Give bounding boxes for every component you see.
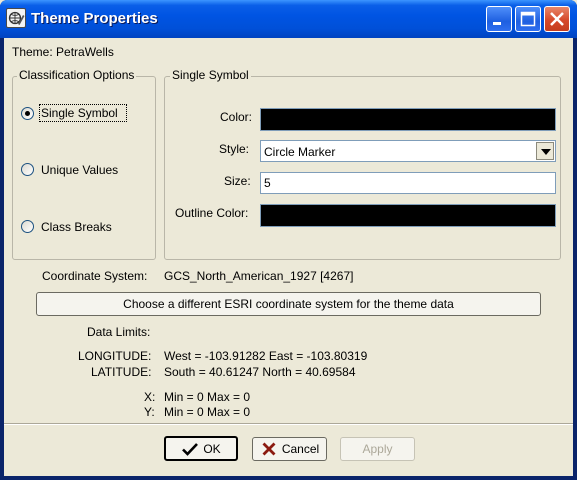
style-label: Style: [219,142,250,156]
longitude-value: West = -103.91282 East = -103.80319 [164,349,368,363]
window-title: Theme Properties [31,10,158,27]
change-coordinate-system-button[interactable]: Choose a different ESRI coordinate syste… [36,292,541,316]
title-bar[interactable]: Theme Properties [0,0,577,38]
cancel-label: Cancel [281,442,320,456]
maximize-icon [520,11,536,27]
theme-label: Theme: PetraWells [12,45,114,59]
x-label: X: [144,390,156,404]
coordinate-system-label: Coordinate System: [42,269,148,283]
ok-button[interactable]: OK [164,436,238,461]
single-symbol-legend: Single Symbol [170,68,251,82]
coordinate-system-value: GCS_North_American_1927 [4267] [164,269,354,283]
globe-pencil-icon [6,8,26,28]
class-breaks-label[interactable]: Class Breaks [41,220,112,234]
outline-color-swatch[interactable] [260,204,556,227]
x-mark-icon [262,442,276,456]
data-limits-label: Data Limits: [87,325,151,339]
size-input[interactable]: 5 [260,172,556,194]
class-breaks-radio[interactable] [21,220,34,233]
close-button[interactable] [544,6,570,32]
cancel-button[interactable]: Cancel [252,437,327,461]
style-select[interactable]: Circle Marker [260,140,556,162]
size-label: Size: [224,174,251,188]
x-value: Min = 0 Max = 0 [164,390,251,404]
checkmark-icon [182,442,199,456]
dialog-window: Theme Properties Theme: PetraWells Class… [0,0,577,480]
latitude-label: LATITUDE: [91,365,152,379]
single-symbol-radio[interactable] [21,107,34,120]
minimize-button[interactable] [486,6,512,32]
apply-button[interactable]: Apply [340,437,415,461]
change-coordinate-system-label: Choose a different ESRI coordinate syste… [123,297,454,311]
single-symbol-group [164,76,561,260]
button-separator [4,423,573,425]
color-label: Color: [220,110,253,124]
ok-label: OK [203,441,221,456]
unique-values-label[interactable]: Unique Values [41,163,118,177]
unique-values-radio[interactable] [21,163,34,176]
chevron-down-icon[interactable] [536,142,554,160]
close-icon [550,12,564,26]
outline-color-label: Outline Color: [175,206,249,220]
latitude-value: South = 40.61247 North = 40.69584 [164,365,356,379]
y-label: Y: [144,405,155,419]
size-input-value: 5 [264,176,271,190]
minimize-icon [493,22,501,25]
apply-label: Apply [362,442,393,456]
color-swatch[interactable] [260,108,556,131]
longitude-label: LONGITUDE: [78,349,152,363]
dialog-body: Theme: PetraWells Classification Options… [4,38,573,476]
single-symbol-label[interactable]: Single Symbol [41,106,118,120]
classification-options-legend: Classification Options [17,68,137,82]
y-value: Min = 0 Max = 0 [164,405,251,419]
style-select-value: Circle Marker [264,145,336,159]
maximize-button[interactable] [515,6,541,32]
